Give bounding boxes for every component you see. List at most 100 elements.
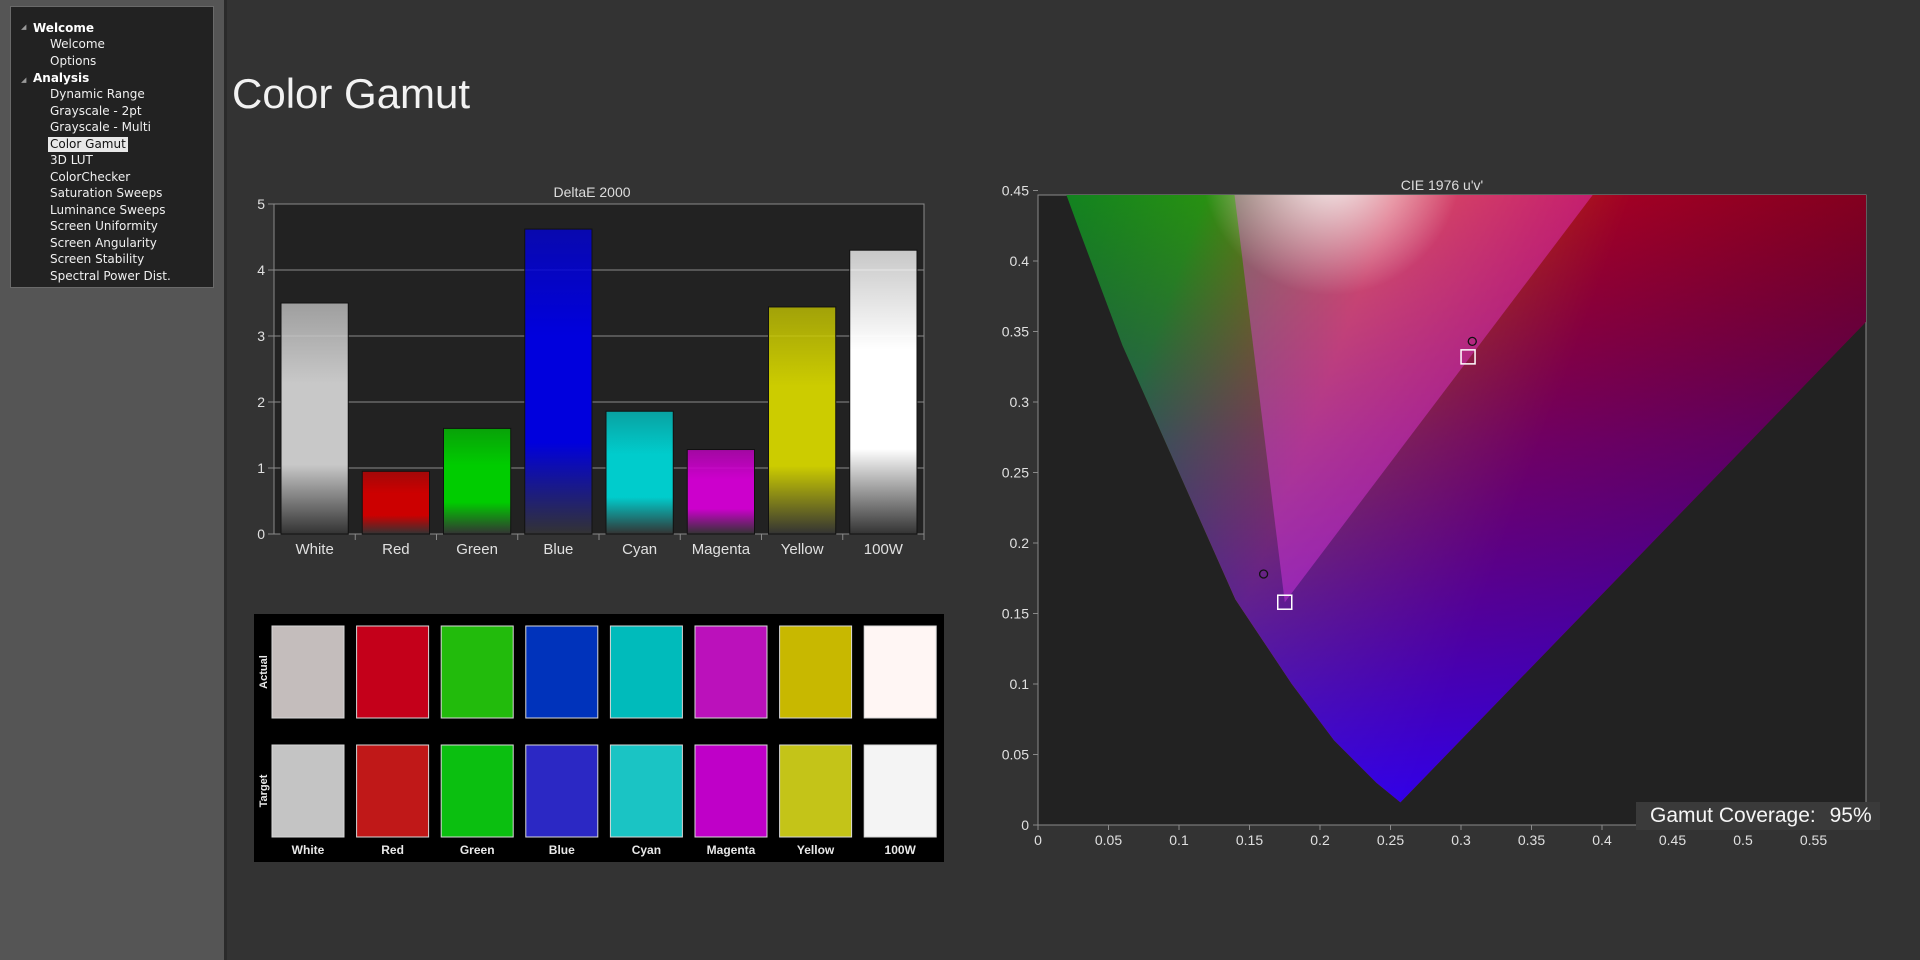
bar-x-label-100w: 100W: [864, 541, 904, 558]
cie-x-tick-label: 0.35: [1518, 832, 1545, 848]
page-title: Color Gamut: [232, 70, 471, 117]
bar-x-label-magenta: Magenta: [692, 541, 751, 558]
swatch-row-label-target: Target: [258, 774, 270, 807]
deltae-bar-chart: DeltaE 2000 0 1 2 3 4 5 White Red Green Blue Cyan M…: [257, 184, 925, 558]
cie-y-tick-label: 0.2: [1010, 535, 1030, 551]
swatch-label-blue: Blue: [549, 843, 575, 857]
tree-item-grayscale-2pt[interactable]: Grayscale - 2pt: [48, 104, 144, 119]
bar-blue: [524, 228, 593, 535]
bar-y-tick-label: 3: [257, 328, 265, 344]
tree-item-screen-uniformity[interactable]: Screen Uniformity: [48, 219, 160, 234]
collapse-arrow-icon[interactable]: ◢: [21, 23, 26, 31]
bar-green: [443, 427, 512, 535]
swatch-actual-green: [440, 625, 514, 719]
tree-item-color-gamut[interactable]: Color Gamut: [48, 137, 128, 152]
tree-item-colorchecker[interactable]: ColorChecker: [48, 170, 132, 185]
swatch-actual-magenta: [694, 625, 768, 719]
bar-yellow: [768, 306, 837, 535]
cie-x-tick-label: 0.45: [1659, 832, 1686, 848]
bar-white: [280, 302, 349, 535]
cie-y-tick-label: 0.45: [1002, 183, 1029, 199]
tree-item-spectral-power[interactable]: Spectral Power Dist.: [48, 269, 173, 284]
gamut-coverage-label: Gamut Coverage:: [1650, 804, 1816, 827]
bar-x-label-blue: Blue: [543, 541, 573, 558]
swatch-label-cyan: Cyan: [632, 843, 661, 857]
tree-item-options[interactable]: Options: [48, 54, 98, 69]
tree-item-welcome[interactable]: Welcome: [48, 37, 107, 52]
swatch-label-green: Green: [460, 843, 495, 857]
tree-item-screen-angularity[interactable]: Screen Angularity: [48, 236, 159, 251]
bar-red: [361, 470, 430, 535]
bar-y-tick-label: 2: [257, 394, 265, 410]
cie-x-tick-label: 0.05: [1095, 832, 1122, 848]
swatch-actual-100w: [863, 625, 937, 719]
target-marker: [1310, 170, 1324, 172]
cie-y-tick-label: 0.25: [1002, 465, 1029, 481]
swatch-target-green: [440, 744, 514, 838]
swatch-actual-white: [271, 625, 345, 719]
swatch-row-label-actual: Actual: [258, 655, 270, 689]
swatch-label-white: White: [292, 843, 325, 857]
swatch-actual-red: [356, 625, 430, 719]
cie-y-tick-label: 0.05: [1002, 747, 1029, 763]
swatch-target-cyan: [609, 744, 683, 838]
swatch-target-red: [356, 744, 430, 838]
tree-item-dynamic-range[interactable]: Dynamic Range: [48, 87, 147, 102]
cie-x-tick-label: 0: [1034, 832, 1042, 848]
bar-chart-title: DeltaE 2000: [553, 184, 630, 200]
swatch-label-100w: 100W: [885, 843, 917, 857]
swatch-grid: Actual Target White Red Green Blue Cyan Magenta…: [258, 625, 937, 857]
swatch-target-white: [271, 744, 345, 838]
cie-x-tick-label: 0.5: [1733, 832, 1753, 848]
swatch-target-100w: [863, 744, 937, 838]
cie-y-tick-label: 0.15: [1002, 606, 1029, 622]
cie-x-tick-label: 0.15: [1236, 832, 1263, 848]
cie-y-tick-label: 0.1: [1010, 676, 1030, 692]
bar-x-label-cyan: Cyan: [622, 541, 657, 558]
tree-item-3d-lut[interactable]: 3D LUT: [48, 153, 95, 168]
bar-y-tick-label: 5: [257, 196, 265, 212]
swatch-comparison-panel: Actual Target White Red Green Blue Cyan Magenta…: [254, 614, 944, 862]
measured-marker: [1226, 172, 1234, 180]
cie-y-tick-label: 0.4: [1010, 253, 1030, 269]
swatch-actual-blue: [525, 625, 599, 719]
pane-divider[interactable]: [224, 0, 227, 960]
cie-x-tick-label: 0.3: [1451, 832, 1471, 848]
swatch-target-blue: [525, 744, 599, 838]
swatch-actual-cyan: [609, 625, 683, 719]
tree-item-luminance-sweeps[interactable]: Luminance Sweeps: [48, 203, 168, 218]
swatch-target-yellow: [779, 744, 853, 838]
bar-x-label-yellow: Yellow: [781, 541, 824, 558]
target-marker: [1226, 175, 1240, 189]
cie-x-tick-label: 0.2: [1310, 832, 1330, 848]
tree-item-saturation-sweeps[interactable]: Saturation Sweeps: [48, 186, 164, 201]
bar-100w: [849, 249, 918, 535]
cie-x-tick-label: 0.4: [1592, 832, 1612, 848]
cie-chart: CIE 1976 u'v' 0 0.05 0.1 0.15 0.2 0.25 0.3 0.35…: [1002, 170, 1867, 848]
tree-group-analysis[interactable]: Analysis: [33, 71, 89, 85]
navigation-pane: ◢ Welcome Welcome Options ◢ Analysis Dyn…: [0, 0, 224, 960]
cie-y-tick-label: 0.35: [1002, 324, 1029, 340]
cie-chart-title: CIE 1976 u'v': [1401, 177, 1483, 193]
cie-y-tick-label: 0.3: [1010, 394, 1030, 410]
tree-item-grayscale-multi[interactable]: Grayscale - Multi: [48, 120, 153, 135]
bar-magenta: [686, 449, 755, 535]
bar-x-label-green: Green: [456, 541, 498, 558]
swatch-label-red: Red: [381, 843, 404, 857]
gamut-coverage-value: 95%: [1829, 804, 1872, 827]
gamut-coverage-readout: Gamut Coverage: 95%: [1636, 802, 1880, 830]
swatch-target-magenta: [694, 744, 768, 838]
tree-group-welcome[interactable]: Welcome: [33, 21, 94, 35]
collapse-arrow-icon[interactable]: ◢: [21, 76, 26, 84]
bar-y-tick-label: 0: [257, 526, 265, 542]
bar-x-label-white: White: [295, 541, 333, 558]
cie-y-tick-label: 0: [1021, 817, 1029, 833]
tree-item-screen-stability[interactable]: Screen Stability: [48, 252, 146, 267]
swatch-label-yellow: Yellow: [797, 843, 835, 857]
analysis-tree[interactable]: ◢ Welcome Welcome Options ◢ Analysis Dyn…: [10, 6, 214, 288]
swatch-label-magenta: Magenta: [707, 843, 756, 857]
cie-x-tick-label: 0.55: [1800, 832, 1827, 848]
cie-x-tick-label: 0.1: [1169, 832, 1189, 848]
bar-x-label-red: Red: [382, 541, 410, 558]
bar-y-tick-label: 1: [257, 460, 265, 476]
